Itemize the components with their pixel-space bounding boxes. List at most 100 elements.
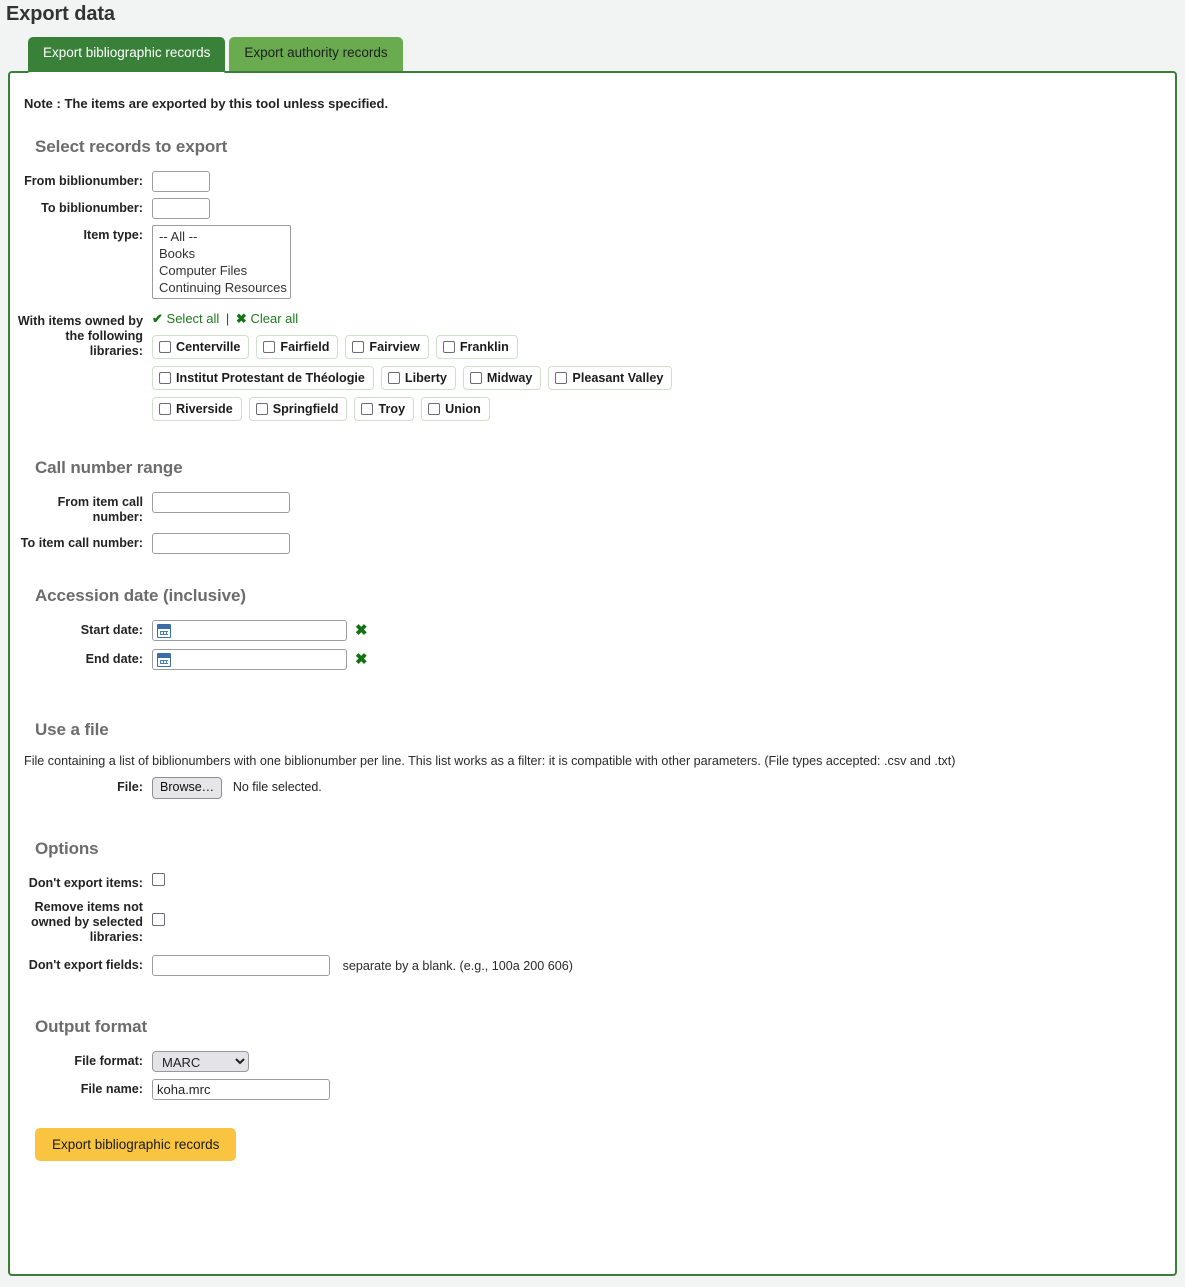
library-checkbox-row: Institut Protestant de Théologie Liberty M… (152, 366, 1175, 390)
row-from-call-number: From item call number: (10, 492, 1175, 525)
library-label: Midway (487, 371, 533, 385)
library-chip-franklin[interactable]: Franklin (436, 335, 518, 359)
note-text: Note : The items are exported by this to… (24, 96, 1175, 111)
library-label: Pleasant Valley (572, 371, 663, 385)
library-label: Union (445, 402, 481, 416)
clear-all-link[interactable]: Clear all (250, 311, 298, 326)
library-label: Franklin (460, 340, 509, 354)
label-file: File: (10, 777, 152, 795)
remove-items-not-owned-checkbox[interactable] (152, 913, 165, 926)
section-heading-options: Options (35, 839, 1175, 859)
row-item-type: Item type: -- All --BooksComputer FilesC… (10, 225, 1175, 299)
start-date-wrapper (152, 620, 347, 641)
file-name-input[interactable] (152, 1079, 330, 1100)
to-biblionumber-input[interactable] (152, 198, 210, 219)
link-separator: | (226, 311, 229, 326)
tab-export-bibliographic-records[interactable]: Export bibliographic records (28, 37, 225, 73)
item-type-listbox[interactable]: -- All --BooksComputer FilesContinuing R… (152, 225, 291, 299)
label-from-item-call-number: From item call number: (10, 492, 152, 525)
page-title: Export data (0, 0, 1185, 26)
dont-export-fields-hint: separate by a blank. (e.g., 100a 200 606… (343, 959, 573, 973)
row-libraries: With items owned by the following librar… (10, 311, 1175, 428)
library-chip-midway[interactable]: Midway (463, 366, 542, 390)
library-checkbox-row: Riverside Springfield Troy Union (152, 397, 1175, 421)
library-checkbox-fairfield[interactable] (263, 341, 275, 353)
library-checkbox-springfield[interactable] (256, 403, 268, 415)
library-chip-pleasant-valley[interactable]: Pleasant Valley (548, 366, 672, 390)
use-a-file-description: File containing a list of biblionumbers … (24, 754, 1175, 768)
library-checkbox-fairview[interactable] (352, 341, 364, 353)
option-books: Books (156, 245, 290, 262)
library-chip-fairview[interactable]: Fairview (345, 335, 428, 359)
library-checkbox-centerville[interactable] (159, 341, 171, 353)
to-item-call-number-input[interactable] (152, 533, 290, 554)
label-libraries: With items owned by the following librar… (10, 311, 152, 359)
section-heading-output-format: Output format (35, 1017, 1175, 1037)
option-computer-files: Computer Files (156, 262, 290, 279)
calendar-icon[interactable] (157, 653, 171, 667)
clear-end-date-icon[interactable]: ✖ (355, 649, 368, 670)
row-dont-export-items: Don't export items: (10, 873, 1175, 891)
library-label: Troy (378, 402, 405, 416)
label-file-name: File name: (10, 1079, 152, 1097)
option-continuing-resources: Continuing Resources (156, 279, 290, 296)
library-checkbox-liberty[interactable] (388, 372, 400, 384)
option-all: -- All -- (156, 228, 290, 245)
library-chip-liberty[interactable]: Liberty (381, 366, 456, 390)
file-format-select[interactable]: MARCMARCXML (152, 1051, 249, 1072)
library-chip-centerville[interactable]: Centerville (152, 335, 249, 359)
label-start-date: Start date: (10, 620, 152, 638)
from-biblionumber-input[interactable] (152, 171, 210, 192)
library-chip-springfield[interactable]: Springfield (249, 397, 348, 421)
library-label: Centerville (176, 340, 240, 354)
row-end-date: End date: ✖ (10, 649, 1175, 670)
tab-export-authority-records[interactable]: Export authority records (229, 37, 402, 71)
library-chip-troy[interactable]: Troy (354, 397, 414, 421)
label-dont-export-items: Don't export items: (10, 873, 152, 891)
label-to-item-call-number: To item call number: (10, 533, 152, 551)
library-checkbox-troy[interactable] (361, 403, 373, 415)
library-checkbox-union[interactable] (428, 403, 440, 415)
start-date-input[interactable] (152, 620, 347, 641)
tab-bar: Export bibliographic records Export auth… (28, 37, 1185, 71)
dont-export-items-checkbox[interactable] (152, 873, 165, 886)
row-remove-items-not-owned: Remove items not owned by selected libra… (10, 897, 1175, 945)
row-file: File: Browse… No file selected. (10, 777, 1175, 799)
library-label: Fairfield (280, 340, 329, 354)
end-date-input[interactable] (152, 649, 347, 670)
selected-file-name: No file selected. (233, 780, 322, 794)
select-clear-all-links: ✔ Select all | ✖ Clear all (152, 311, 1175, 327)
label-end-date: End date: (10, 649, 152, 667)
label-dont-export-fields: Don't export fields: (10, 955, 152, 973)
library-checkbox-row: Centerville Fairfield Fairview Franklin (152, 335, 1175, 359)
library-chip-riverside[interactable]: Riverside (152, 397, 242, 421)
from-item-call-number-input[interactable] (152, 492, 290, 513)
label-item-type: Item type: (10, 225, 152, 243)
calendar-icon[interactable] (157, 624, 171, 638)
label-remove-items-not-owned: Remove items not owned by selected libra… (10, 897, 152, 945)
select-all-link[interactable]: Select all (167, 311, 220, 326)
section-heading-select-records: Select records to export (35, 137, 1175, 157)
library-label: Institut Protestant de Théologie (176, 371, 365, 385)
library-chip-institut-protestant-de-theologie[interactable]: Institut Protestant de Théologie (152, 366, 374, 390)
library-checkbox-institut-protestant-de-theologie[interactable] (159, 372, 171, 384)
library-checkbox-riverside[interactable] (159, 403, 171, 415)
clear-start-date-icon[interactable]: ✖ (355, 620, 368, 641)
export-form-card: Note : The items are exported by this to… (8, 71, 1177, 1276)
library-chip-union[interactable]: Union (421, 397, 490, 421)
row-file-format: File format: MARCMARCXML (10, 1051, 1175, 1072)
browse-button[interactable]: Browse… (152, 777, 222, 799)
export-bibliographic-records-button[interactable]: Export bibliographic records (35, 1128, 236, 1161)
dont-export-fields-input[interactable] (152, 955, 330, 976)
library-checkbox-franklin[interactable] (443, 341, 455, 353)
row-start-date: Start date: ✖ (10, 620, 1175, 641)
library-checkbox-midway[interactable] (470, 372, 482, 384)
library-checkbox-pleasant-valley[interactable] (555, 372, 567, 384)
section-heading-accession-date: Accession date (inclusive) (35, 586, 1175, 606)
row-to-call-number: To item call number: (10, 533, 1175, 554)
library-label: Liberty (405, 371, 447, 385)
row-from-biblionumber: From biblionumber: (10, 171, 1175, 192)
library-label: Springfield (273, 402, 339, 416)
library-label: Fairview (369, 340, 419, 354)
library-chip-fairfield[interactable]: Fairfield (256, 335, 338, 359)
